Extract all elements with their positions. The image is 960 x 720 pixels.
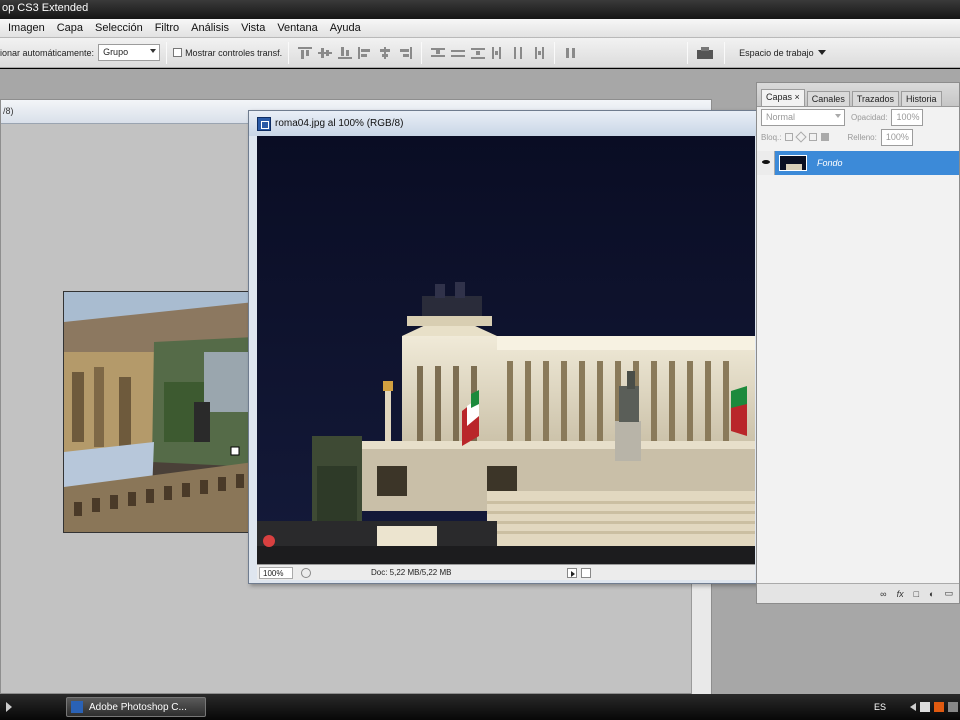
auto-select-value: Grupo — [103, 47, 129, 57]
document-status-bar: 100% Doc: 5,22 MB/5,22 MB — [257, 564, 755, 580]
panel-tabs: Capas × Canales Trazados Historia — [757, 83, 959, 107]
show-transform-checkbox[interactable] — [173, 48, 183, 57]
zoom-field[interactable]: 100% — [259, 566, 293, 579]
language-indicator[interactable]: ES — [874, 702, 886, 712]
align-hcenter-icon[interactable] — [378, 46, 392, 59]
link-layers-icon[interactable]: ∞ — [880, 589, 886, 599]
auto-select-dropdown[interactable]: Grupo — [98, 44, 161, 61]
lock-all-icon[interactable] — [821, 133, 830, 141]
separator — [288, 41, 290, 64]
chevron-down-icon — [835, 113, 841, 118]
network-icon[interactable] — [920, 702, 930, 712]
new-group-icon[interactable]: ▭ — [944, 588, 953, 599]
scroll-left-button[interactable] — [581, 567, 591, 578]
menu-vista[interactable]: Vista — [235, 22, 271, 34]
layer-thumbnail — [779, 155, 807, 171]
document-title-bar[interactable]: roma04.jpg al 100% (RGB/8) — [249, 111, 757, 136]
options-bar: ionar automáticamente: Grupo Mostrar con… — [0, 38, 960, 68]
distribute-hcenter-icon[interactable] — [511, 46, 525, 59]
zoom-icon[interactable] — [301, 567, 311, 578]
adjustment-icon[interactable]: ◐ — [929, 589, 934, 599]
lock-paint-icon[interactable] — [795, 131, 808, 143]
image-canvas[interactable] — [257, 136, 755, 564]
menu-bar: Imagen Capa Selección Filtro Análisis Vi… — [0, 19, 960, 38]
taskbar-app-button[interactable]: Adobe Photoshop C... — [66, 697, 206, 717]
separator — [421, 41, 423, 64]
lock-move-icon[interactable] — [809, 133, 818, 141]
lock-label: Bloq.: — [761, 132, 782, 142]
align-right-icon[interactable] — [398, 46, 413, 59]
chevron-down-icon — [150, 49, 157, 53]
menu-capa[interactable]: Capa — [51, 22, 89, 34]
blend-mode-select[interactable]: Normal — [761, 108, 845, 126]
fill-field[interactable]: 100% — [880, 128, 913, 146]
distribute-bottom-icon[interactable] — [471, 47, 486, 59]
layer-row[interactable]: Fondo — [757, 151, 959, 175]
separator — [554, 41, 556, 64]
document-window[interactable]: roma04.jpg al 100% (RGB/8) 100% Doc: 5,2… — [248, 110, 758, 584]
collage-photo — [64, 292, 252, 532]
menu-filtro[interactable]: Filtro — [149, 22, 185, 34]
fill-label: Relleno: — [847, 132, 877, 142]
tab-trazados[interactable]: Trazados — [851, 91, 900, 106]
separator — [687, 41, 689, 64]
document-title: roma04.jpg al 100% (RGB/8) — [275, 118, 404, 129]
auto-select-label: ionar automáticamente: — [0, 47, 95, 58]
title-bar: op CS3 Extended — [0, 0, 960, 19]
blend-row: Normal Opacidad: 100% — [757, 107, 959, 127]
distribute-top-icon[interactable] — [431, 47, 446, 59]
update-icon[interactable] — [934, 702, 944, 712]
bridge-icon[interactable] — [697, 46, 715, 59]
menu-ayuda[interactable]: Ayuda — [324, 22, 367, 34]
distribute-right-icon[interactable] — [531, 46, 545, 59]
app-title: op CS3 Extended — [2, 2, 89, 14]
taskbar: Adobe Photoshop C... ES — [0, 694, 960, 720]
status-menu-button[interactable] — [567, 567, 577, 578]
show-transform-label: Mostrar controles transf. — [185, 47, 283, 58]
system-tray: ES — [874, 697, 960, 717]
panel-footer: ∞ fx □ ◐ ▭ — [757, 583, 959, 603]
align-top-icon[interactable] — [298, 46, 313, 59]
align-left-icon[interactable] — [358, 46, 372, 59]
tab-canales[interactable]: Canales — [806, 91, 850, 106]
workspace-label[interactable]: Espacio de trabajo — [739, 48, 814, 58]
taskbar-app-label: Adobe Photoshop C... — [89, 701, 187, 713]
menu-imagen[interactable]: Imagen — [0, 22, 51, 34]
close-icon[interactable]: × — [795, 92, 800, 102]
menu-seleccion[interactable]: Selección — [89, 22, 149, 34]
distribute-vcenter-icon[interactable] — [451, 47, 466, 59]
layers-panel: Capas × Canales Trazados Historia Normal… — [756, 82, 960, 604]
align-vcenter-icon[interactable] — [318, 47, 333, 59]
auto-align-icon[interactable] — [564, 47, 578, 59]
distribute-left-icon[interactable] — [491, 46, 505, 59]
add-mask-icon[interactable]: □ — [914, 589, 919, 599]
collage-image — [63, 291, 253, 533]
document-icon — [257, 116, 271, 131]
align-bottom-icon[interactable] — [338, 46, 353, 59]
chevron-down-icon[interactable] — [817, 50, 826, 55]
blend-mode-value: Normal — [766, 111, 796, 122]
photoshop-icon — [71, 701, 83, 713]
chevron-left-icon[interactable] — [910, 703, 916, 711]
layer-selected[interactable]: Fondo — [775, 151, 959, 175]
layer-name: Fondo — [817, 158, 843, 168]
tab-capas[interactable]: Capas × — [761, 89, 805, 106]
document-info: Doc: 5,22 MB/5,22 MB — [371, 568, 452, 577]
opacity-label: Opacidad: — [851, 112, 888, 122]
tab-historia[interactable]: Historia — [901, 91, 942, 106]
eye-icon[interactable] — [757, 151, 775, 175]
separator — [724, 41, 726, 64]
lock-row: Bloq.: Relleno: 100% — [757, 127, 959, 147]
tab-label: Capas — [766, 92, 793, 102]
lock-transparency-icon[interactable] — [785, 133, 794, 141]
opacity-field[interactable]: 100% — [891, 108, 924, 126]
monument-photo — [257, 136, 755, 564]
menu-ventana[interactable]: Ventana — [271, 22, 323, 34]
volume-icon[interactable] — [948, 702, 958, 712]
fx-icon[interactable]: fx — [897, 589, 904, 599]
separator — [166, 41, 168, 64]
show-desktop-icon[interactable] — [6, 702, 12, 712]
menu-analisis[interactable]: Análisis — [185, 22, 235, 34]
